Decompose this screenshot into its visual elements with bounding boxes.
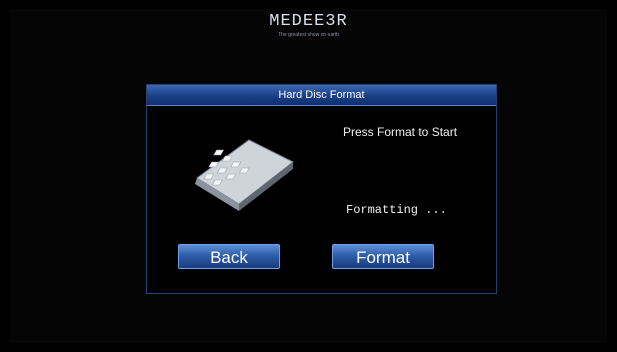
back-button[interactable]: Back	[178, 244, 280, 269]
dialog-title: Hard Disc Format	[147, 85, 496, 106]
format-button[interactable]: Format	[332, 244, 434, 269]
hard-disk-icon	[195, 139, 294, 211]
format-prompt: Press Format to Start	[343, 125, 458, 139]
brand-tagline: The greatest show on earth	[278, 32, 339, 38]
format-status: Formatting ...	[346, 203, 447, 217]
format-dialog: Hard Disc Format Press Format to Start F…	[146, 84, 497, 294]
brand-logo-word: MEDEE3R	[269, 12, 348, 31]
brand-logo: MEDEE3R The greatest show on earth	[0, 13, 617, 39]
